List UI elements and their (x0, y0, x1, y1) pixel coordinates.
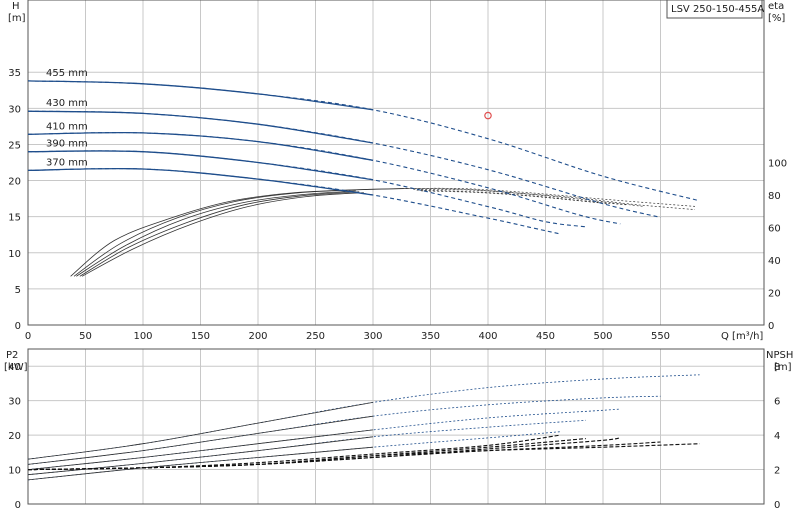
npsh-tick-label-3: 6 (774, 397, 780, 408)
bottom-panel-grid (28, 349, 764, 504)
h-axis-title: H (12, 1, 20, 12)
h-tick-label-1: 5 (15, 285, 21, 296)
head-curve-label-1: 430 mm (46, 98, 88, 109)
top-panel-grid (28, 0, 764, 325)
p2-tick-label-3: 30 (8, 397, 21, 408)
npsh-axis-unit: [m] (774, 362, 792, 373)
npsh-tick-label-2: 4 (774, 431, 780, 442)
p2-axis-unit: [kW] (4, 362, 28, 373)
p2-tick-label-2: 20 (8, 431, 21, 442)
h-tick-label-6: 30 (8, 104, 21, 115)
npsh-curve-4[interactable] (27, 434, 561, 471)
efficiency-curve-3[interactable] (79, 191, 360, 277)
eta-tick-label-1: 20 (768, 289, 781, 300)
head-curve-2[interactable] (27, 132, 621, 225)
npsh-curve-2[interactable] (27, 436, 621, 471)
eta-axis-title: eta (768, 1, 784, 12)
efficiency-curve-4[interactable] (81, 192, 364, 277)
head-curve-label-0: 455 mm (46, 68, 88, 79)
power-curve-4[interactable] (27, 431, 561, 481)
eta-tick-label-4: 80 (768, 191, 781, 202)
x-tick-label-4: 200 (248, 331, 267, 342)
pump-curve-chart: 0 50 100 150 200 250 300 350 400 450 500 5500510152… (4, 0, 793, 511)
p2-tick-label-1: 10 (8, 466, 21, 477)
power-curve-1[interactable] (27, 395, 661, 465)
npsh-tick-label-0: 0 (774, 500, 780, 511)
q-axis-title: Q [m³/h] (721, 331, 763, 342)
efficiency-curve-0[interactable] (70, 188, 402, 277)
x-tick-label-10: 500 (593, 331, 612, 342)
x-tick-label-3: 150 (191, 331, 210, 342)
x-tick-label-5: 250 (306, 331, 325, 342)
efficiency-curve-2[interactable] (76, 190, 356, 277)
head-curve-4[interactable] (27, 168, 561, 235)
x-tick-label-6: 300 (363, 331, 382, 342)
h-tick-label-5: 25 (8, 140, 21, 151)
power-curve-0[interactable] (27, 374, 700, 460)
npsh-curve-3[interactable] (27, 438, 586, 471)
head-curve-label-2: 410 mm (46, 121, 88, 132)
head-curve-3[interactable] (27, 150, 586, 228)
efficiency-curves (70, 187, 696, 277)
p2-axis-title: P2 (6, 350, 18, 361)
eta-tick-label-5: 100 (768, 159, 787, 170)
efficiency-curve-1[interactable] (73, 188, 408, 277)
head-curves (27, 80, 700, 235)
h-axis-unit: [m] (8, 13, 26, 24)
eta-tick-label-3: 60 (768, 224, 781, 235)
power-curves (27, 374, 700, 481)
head-curve-label-4: 370 mm (46, 157, 88, 168)
npsh-axis-title: NPSH (766, 350, 793, 361)
bottom-panel-frame (27, 348, 765, 505)
model-label: LSV 250-150-455A (671, 4, 764, 15)
x-tick-label-7: 350 (421, 331, 440, 342)
impeller-diameter-labels: 455 mm 430 mm 410 mm 390 mm 370 mm (46, 68, 88, 169)
h-tick-label-0: 0 (15, 321, 21, 332)
p2-tick-label-0: 0 (15, 500, 21, 511)
x-tick-label-8: 400 (478, 331, 497, 342)
eta-tick-label-0: 0 (768, 321, 774, 332)
eta-axis-unit: [%] (768, 13, 785, 24)
x-tick-label-9: 450 (536, 331, 555, 342)
h-tick-label-7: 35 (8, 68, 21, 79)
h-tick-label-3: 15 (8, 213, 21, 224)
top-panel-frame (27, 0, 765, 326)
x-tick-label-0: 0 (25, 331, 31, 342)
eta-tick-label-2: 40 (768, 256, 781, 267)
head-curve-label-3: 390 mm (46, 139, 88, 150)
x-tick-label-2: 100 (133, 331, 152, 342)
h-tick-label-2: 10 (8, 249, 21, 260)
npsh-tick-label-1: 2 (774, 466, 780, 477)
x-tick-label-11: 550 (651, 331, 670, 342)
x-tick-label-1: 50 (79, 331, 92, 342)
h-tick-label-4: 20 (8, 177, 21, 188)
